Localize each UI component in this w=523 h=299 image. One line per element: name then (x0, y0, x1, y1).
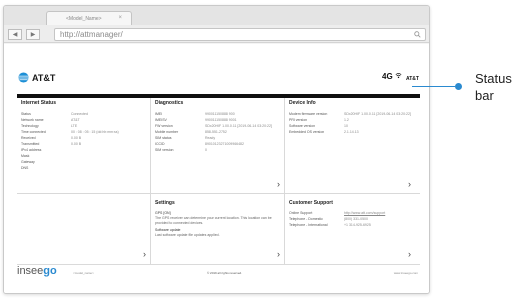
panel-title: Customer Support (289, 200, 333, 206)
list-item: Modem firmware version SDx20HIF 1.00.0.11… (289, 112, 411, 116)
chevron-right-icon[interactable]: › (143, 249, 146, 259)
footer-model: <model_name> (73, 271, 94, 275)
list-item: Telephone - International +1 314-925-6925 (289, 223, 371, 227)
list-item: IPv4 address (21, 148, 42, 152)
list-item: Received 0.00 B (21, 136, 82, 140)
list-item: ICCID 89010123271009966482 (155, 142, 244, 146)
settings-panel: Settings GPS [ON] The GPS receiver can d… (151, 194, 285, 264)
list-item: Telephone - Domestic (800) 331-0500 (289, 217, 368, 221)
copyright-text: © 2019 all rights reserved. (207, 271, 243, 275)
callout-label: Status bar (475, 71, 512, 103)
browser-tab-bar: <Model_Name> × (4, 6, 429, 26)
address-bar[interactable]: http://attmanager/ (54, 28, 426, 41)
browser-tab-title: <Model_Name> (66, 16, 102, 22)
customer-support-panel: Customer Support Online Support http://ww… (285, 194, 420, 264)
list-item: Online Support http://www.att.com/support (289, 211, 386, 215)
gps-description: The GPS receiver can determine your curr… (155, 216, 272, 225)
device-info-panel: Device Info Modem firmware version SDx20H… (285, 98, 420, 194)
carrier-name: AT&T (406, 76, 419, 82)
list-item: SIM version 0 (155, 148, 207, 152)
chevron-right-icon[interactable]: › (408, 179, 411, 189)
panel-title: Internet Status (21, 100, 57, 106)
support-link[interactable]: http://www.att.com/support (344, 211, 385, 215)
list-item: Embedded OS version 2.1.14.13 (289, 130, 359, 134)
list-item: Software version 10 (289, 124, 348, 128)
url-text: http://attmanager/ (60, 30, 123, 39)
network-type-text: 4G (382, 72, 393, 81)
inseego-logo: inseego (17, 265, 57, 277)
footer-link[interactable]: www.inseego.com (394, 271, 418, 275)
search-icon[interactable] (414, 31, 421, 38)
list-item: SIM status Ready (155, 136, 216, 140)
panel-title: Device Info (289, 100, 316, 106)
browser-nav-bar: ◀ ▶ http://attmanager/ (4, 25, 429, 43)
callout-dot (455, 83, 462, 90)
chevron-right-icon[interactable]: › (277, 179, 280, 189)
internet-status-panel: Internet Status Status Connected Network … (17, 98, 151, 194)
list-item: PRI version 1.2 (289, 118, 349, 122)
chevron-right-icon[interactable]: › (277, 249, 280, 259)
list-item: Technology LTE (21, 124, 78, 128)
forward-button[interactable]: ▶ (26, 29, 40, 40)
list-item: Mask (21, 154, 30, 158)
panel-title: Diagnostics (155, 100, 184, 106)
chevron-right-icon[interactable]: › (408, 249, 411, 259)
globe-icon (18, 72, 29, 83)
list-item: Transmitted 0.00 B (21, 142, 82, 146)
panel-title: Settings (155, 200, 175, 206)
list-item: DNS (21, 166, 29, 170)
list-item: Mobile number 858-551-2752 (155, 130, 227, 134)
signal-icon (395, 72, 402, 79)
list-item: Status Connected (21, 112, 88, 116)
list-item: Network name AT&T (21, 118, 80, 122)
browser-window: <Model_Name> × ◀ ▶ http://attmanager/ AT… (3, 5, 430, 294)
back-button[interactable]: ◀ (8, 29, 22, 40)
logo-text: AT&T (32, 72, 56, 83)
list-item: Time connected 00 : 08 : 05 : 15 (dd:hh:m… (21, 130, 119, 134)
browser-tab[interactable]: <Model_Name> × (46, 11, 132, 26)
software-update-description: Last software update file updates applie… (155, 233, 220, 237)
close-icon[interactable]: × (118, 15, 122, 21)
list-item: IMEISV 990011150888 9001 (155, 118, 237, 122)
list-item: FW version SDx20HIF 1.00.0.11 [2019-06-14… (155, 124, 272, 128)
software-update-heading: Software update (155, 228, 181, 232)
gps-heading: GPS [ON] (155, 211, 171, 215)
network-type-indicator: 4G (382, 72, 403, 81)
callout-line (412, 86, 455, 87)
internet-status-panel-lower: › (17, 194, 151, 264)
diagnostics-panel: Diagnostics IMEI 990011150888 900 IMEISV 9… (151, 98, 285, 194)
list-item: IMEI 990011150888 900 (155, 112, 235, 116)
page-footer: inseego <model_name> © 2019 all rights r… (17, 264, 420, 278)
list-item: Gateway (21, 160, 35, 164)
web-page: AT&T 4G AT&T Internet Status Status Conne… (4, 44, 429, 293)
att-logo: AT&T (18, 72, 55, 83)
